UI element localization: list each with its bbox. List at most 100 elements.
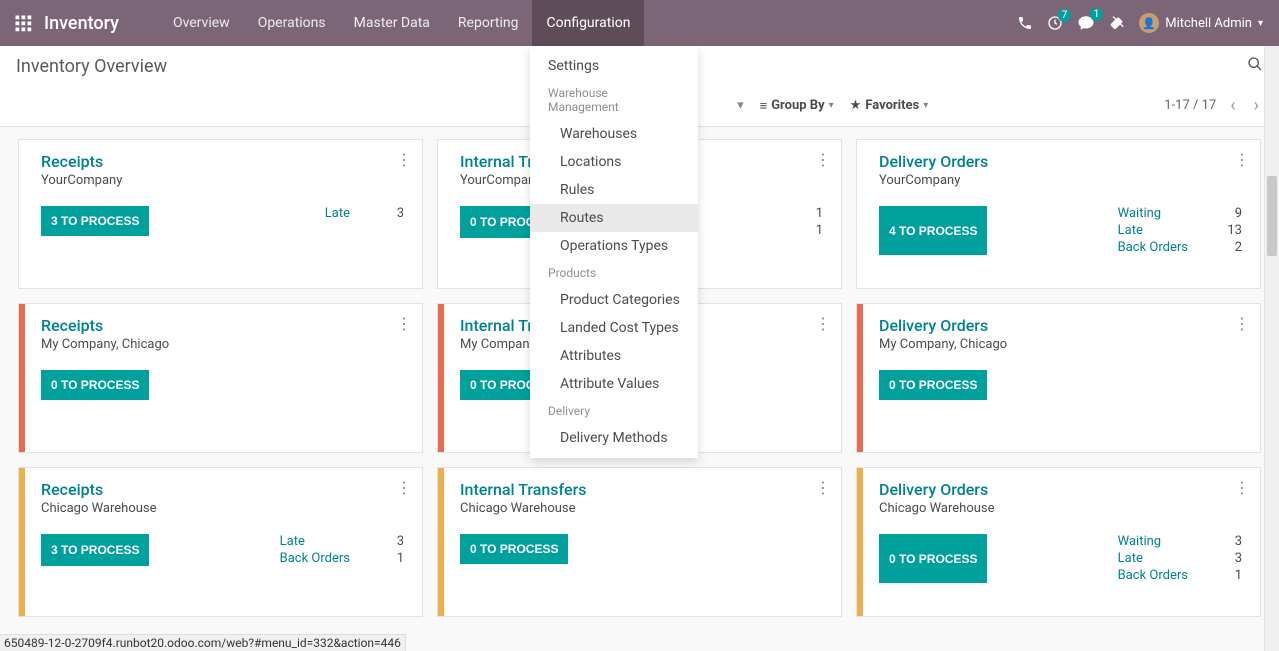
menu-delivery-methods[interactable]: Delivery Methods <box>530 424 698 452</box>
stat-link[interactable]: Waiting <box>1118 206 1188 221</box>
nav-configuration[interactable]: Configuration <box>532 0 644 46</box>
favorites-label: Favorites <box>865 98 919 113</box>
pager-value: 1-17 / 17 <box>1164 98 1216 113</box>
debug-icon[interactable] <box>1109 15 1125 31</box>
nav-reporting[interactable]: Reporting <box>444 0 533 46</box>
messages-icon[interactable]: 1 <box>1077 14 1095 32</box>
process-button[interactable]: 0 TO PROCESS <box>460 534 568 564</box>
card-title[interactable]: Receipts <box>41 152 404 171</box>
stat-link[interactable]: Late <box>1118 551 1188 566</box>
menu-header-warehouse: Warehouse Management <box>530 80 698 120</box>
card-color-bar <box>438 468 444 616</box>
process-button[interactable]: 0 TO PROCESS <box>879 534 987 583</box>
card-menu-icon[interactable]: ⋮ <box>396 150 412 169</box>
menu-routes[interactable]: Routes <box>530 204 698 232</box>
groupby-label: Group By <box>771 98 824 113</box>
menu-header-products: Products <box>530 260 698 286</box>
card-menu-icon[interactable]: ⋮ <box>1234 314 1250 333</box>
groupby-button[interactable]: ≡ Group By ▾ <box>760 98 834 114</box>
process-button[interactable]: 0 TO PROCESS <box>879 370 987 400</box>
card-color-bar <box>857 468 863 616</box>
kanban-card[interactable]: ⋮ Delivery Orders My Company, Chicago 0 … <box>856 303 1261 453</box>
caret-down-icon: ▾ <box>1258 18 1263 29</box>
stat-value: 3 <box>380 534 404 549</box>
stat-link[interactable]: Late <box>1118 223 1188 238</box>
stat-value: 3 <box>1218 534 1242 549</box>
nav-operations[interactable]: Operations <box>244 0 340 46</box>
stat-value: 9 <box>1218 206 1242 221</box>
filters-caret[interactable]: ▾ <box>737 98 744 113</box>
app-brand[interactable]: Inventory <box>44 13 119 34</box>
stat-link[interactable]: Back Orders <box>280 551 350 566</box>
menu-locations[interactable]: Locations <box>530 148 698 176</box>
card-menu-icon[interactable]: ⋮ <box>815 478 831 497</box>
card-menu-icon[interactable]: ⋮ <box>1234 150 1250 169</box>
menu-warehouses[interactable]: Warehouses <box>530 120 698 148</box>
status-url: 650489-12-0-2709f4.runbot20.odoo.com/web… <box>0 634 406 651</box>
card-menu-icon[interactable]: ⋮ <box>815 150 831 169</box>
card-menu-icon[interactable]: ⋮ <box>396 478 412 497</box>
pager-prev[interactable]: ‹ <box>1226 95 1239 116</box>
menu-attribute-values[interactable]: Attribute Values <box>530 370 698 398</box>
process-button[interactable]: 0 TO PROCESS <box>41 370 149 400</box>
kanban-card[interactable]: ⋮ Delivery Orders Chicago Warehouse 0 TO… <box>856 467 1261 617</box>
avatar: 👤 <box>1139 13 1159 33</box>
stat-value: 3 <box>1218 551 1242 566</box>
stat-value: 1 <box>1218 568 1242 583</box>
phone-icon[interactable] <box>1017 15 1033 31</box>
stat-value: 2 <box>1218 240 1242 255</box>
menu-rules[interactable]: Rules <box>530 176 698 204</box>
stat-link[interactable]: Back Orders <box>1118 240 1188 255</box>
card-menu-icon[interactable]: ⋮ <box>815 314 831 333</box>
card-color-bar <box>438 304 444 452</box>
menu-landed-cost[interactable]: Landed Cost Types <box>530 314 698 342</box>
menu-attributes[interactable]: Attributes <box>530 342 698 370</box>
kanban-card[interactable]: ⋮ Receipts YourCompany 3 TO PROCESS Late… <box>18 139 423 289</box>
process-button[interactable]: 3 TO PROCESS <box>41 534 149 566</box>
menu-product-categories[interactable]: Product Categories <box>530 286 698 314</box>
card-color-bar <box>19 304 25 452</box>
stat-link[interactable]: Late <box>325 206 350 221</box>
navbar: Inventory Overview Operations Master Dat… <box>0 0 1279 46</box>
card-menu-icon[interactable]: ⋮ <box>396 314 412 333</box>
process-button[interactable]: 4 TO PROCESS <box>879 206 987 255</box>
card-menu-icon[interactable]: ⋮ <box>1234 478 1250 497</box>
nav-overview[interactable]: Overview <box>159 0 244 46</box>
card-title[interactable]: Delivery Orders <box>879 480 1242 499</box>
user-menu[interactable]: 👤 Mitchell Admin ▾ <box>1139 13 1263 33</box>
card-title[interactable]: Receipts <box>41 316 404 335</box>
activities-icon[interactable]: 7 <box>1047 15 1063 31</box>
card-title[interactable]: Delivery Orders <box>879 316 1242 335</box>
card-subtitle: Chicago Warehouse <box>460 501 823 516</box>
favorites-button[interactable]: ★ Favorites ▾ <box>850 98 929 113</box>
card-title[interactable]: Receipts <box>41 480 404 499</box>
kanban-card[interactable]: ⋮ Receipts My Company, Chicago 0 TO PROC… <box>18 303 423 453</box>
pager-next[interactable]: › <box>1250 95 1263 116</box>
card-subtitle: Chicago Warehouse <box>879 501 1242 516</box>
stat-value: 1 <box>380 551 404 566</box>
kanban-card[interactable]: ⋮ Receipts Chicago Warehouse 3 TO PROCES… <box>18 467 423 617</box>
menu-header-delivery: Delivery <box>530 398 698 424</box>
card-title[interactable]: Internal Transfers <box>460 480 823 499</box>
card-subtitle: YourCompany <box>879 173 1242 188</box>
stat-link[interactable]: Waiting <box>1118 534 1188 549</box>
caret-down-icon: ▾ <box>829 100 834 111</box>
kanban-card[interactable]: ⋮ Internal Transfers Chicago Warehouse 0… <box>437 467 842 617</box>
stat-link[interactable]: Back Orders <box>1118 568 1188 583</box>
messages-badge: 1 <box>1090 8 1104 21</box>
menu-settings[interactable]: Settings <box>530 52 698 80</box>
activities-badge: 7 <box>1058 9 1072 22</box>
configuration-dropdown: Settings Warehouse Management Warehouses… <box>530 46 698 458</box>
stat-link[interactable]: Late <box>280 534 350 549</box>
menu-operation-types[interactable]: Operations Types <box>530 232 698 260</box>
card-title[interactable]: Delivery Orders <box>879 152 1242 171</box>
apps-icon[interactable] <box>8 8 38 38</box>
process-button[interactable]: 3 TO PROCESS <box>41 206 149 236</box>
card-subtitle: My Company, Chicago <box>879 337 1242 352</box>
nav-master-data[interactable]: Master Data <box>340 0 444 46</box>
groupby-icon: ≡ <box>760 98 768 114</box>
search-icon[interactable] <box>1247 56 1263 76</box>
caret-down-icon: ▾ <box>923 100 928 111</box>
kanban-card[interactable]: ⋮ Delivery Orders YourCompany 4 TO PROCE… <box>856 139 1261 289</box>
scrollbar[interactable] <box>1264 46 1279 651</box>
